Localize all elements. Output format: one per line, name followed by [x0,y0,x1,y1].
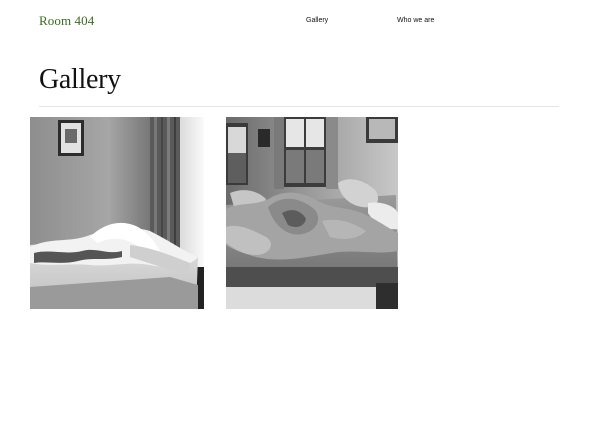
nav-who-we-are-link[interactable]: Who we are [397,17,434,24]
page-title: Gallery [39,64,121,95]
title-divider [39,106,559,107]
bed-photo-image [226,117,398,309]
gallery-photo-1[interactable] [30,117,204,309]
bed-photo-image [30,117,204,309]
gallery-photo-2[interactable] [226,117,398,309]
nav-gallery-link[interactable]: Gallery [306,17,328,24]
site-logo[interactable]: Room 404 [39,13,94,29]
site-header: Room 404 Gallery Who we are [0,0,597,44]
